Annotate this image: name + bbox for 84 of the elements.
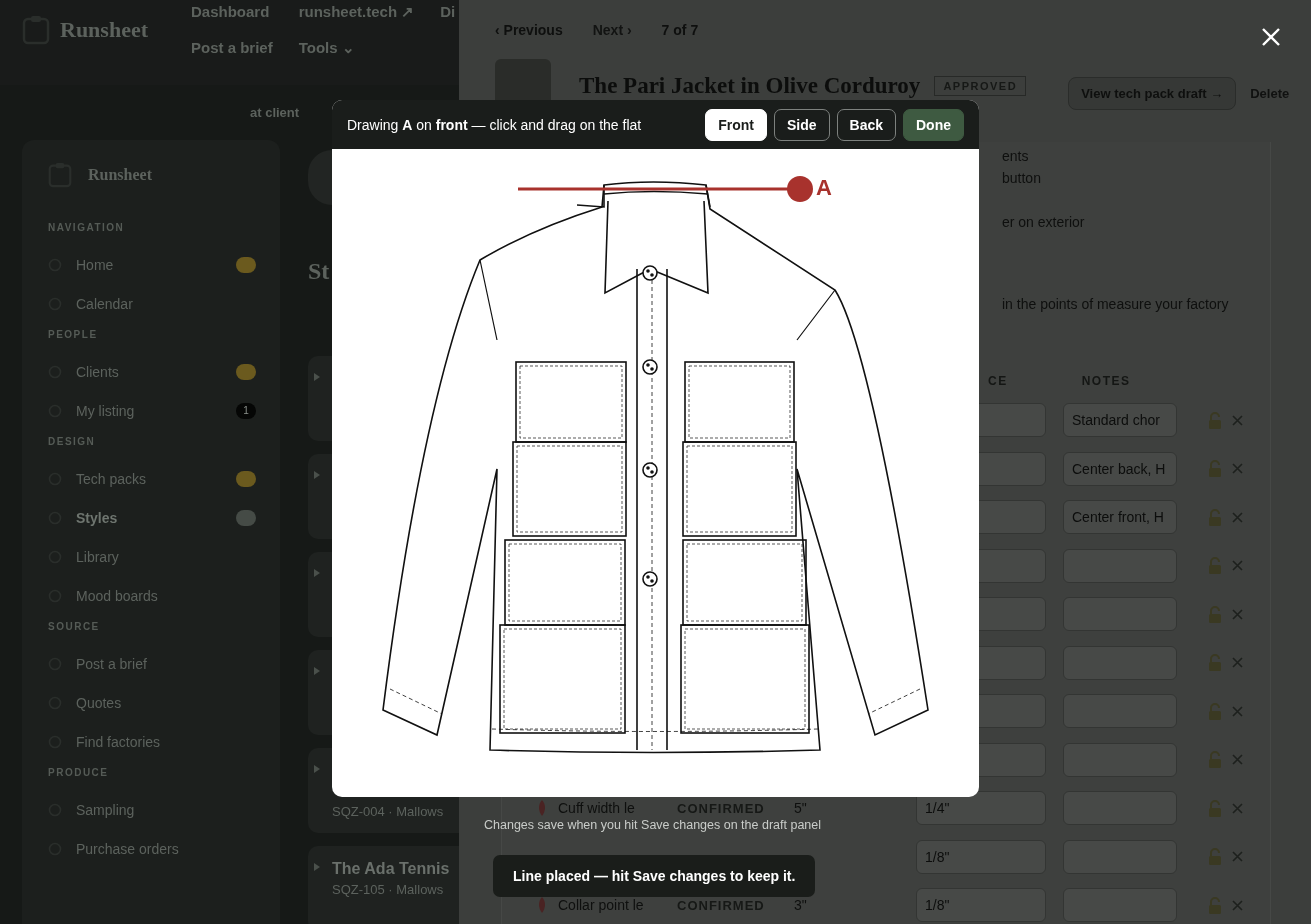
sidebar-item[interactable]: Calendar <box>48 284 256 323</box>
save-hint-text: Changes save when you hit Save changes on the draft panel <box>484 818 822 832</box>
card-meta: SQZ-105 · Mallows <box>332 882 445 897</box>
section-title: DESIGN <box>48 436 97 447</box>
sidebar-item[interactable]: Quotes <box>48 683 256 722</box>
sidebar-item[interactable]: Library <box>48 537 256 576</box>
toast-message: Line placed — hit Save changes to keep it. <box>493 855 816 897</box>
x-icon[interactable] <box>1232 899 1243 911</box>
lock-icon[interactable] <box>1208 654 1222 672</box>
sidebar-item[interactable]: Styles <box>48 498 256 537</box>
section-title: NAVIGATION <box>48 222 126 233</box>
logo-text[interactable]: Runsheet <box>60 17 148 43</box>
caret-icon[interactable] <box>314 667 320 675</box>
page-heading: St <box>308 258 331 285</box>
caret-icon[interactable] <box>314 471 320 479</box>
pin-icon <box>536 799 548 818</box>
section-title: PRODUCE <box>48 767 110 778</box>
x-icon[interactable] <box>1232 802 1243 814</box>
x-icon[interactable] <box>1232 608 1243 620</box>
sidebar-item[interactable]: Tech packs <box>48 459 256 498</box>
card-title: The Ada Tennis <box>332 860 450 878</box>
lock-icon[interactable] <box>1208 751 1222 769</box>
sidebar-item[interactable]: Post a brief <box>48 644 256 683</box>
x-icon[interactable] <box>1232 851 1243 863</box>
view-tab[interactable]: Back <box>836 108 896 141</box>
caret-icon[interactable] <box>314 569 320 577</box>
count-badge: 1 <box>236 402 256 419</box>
style-card[interactable]: The Ada Tennis SQZ-105 · Mallows <box>308 846 459 924</box>
style-card[interactable] <box>308 552 332 637</box>
lock-icon[interactable] <box>1208 411 1222 429</box>
measurement-line[interactable] <box>518 176 813 202</box>
instruction-text: Drawing A on front — click and drag on the flat <box>347 116 642 133</box>
notes-field[interactable]: Center back, H <box>1063 451 1177 486</box>
lock-icon[interactable] <box>1208 557 1222 575</box>
section-title: PEOPLE <box>48 329 99 340</box>
nav-link[interactable]: Post a brief <box>191 39 273 57</box>
lock-icon[interactable] <box>1208 848 1222 866</box>
sidebar-item[interactable]: Home <box>48 245 256 284</box>
nav-link[interactable]: Tools ⌄ <box>298 39 415 57</box>
lock-icon[interactable] <box>1208 508 1222 526</box>
sidebar-item[interactable]: Mood boards <box>48 576 256 615</box>
nav-link[interactable]: Di <box>440 3 456 21</box>
search-field[interactable] <box>308 150 332 205</box>
logo-text[interactable]: Runsheet <box>88 166 152 184</box>
lock-icon[interactable] <box>1208 896 1222 914</box>
notes-field[interactable]: Standard chor <box>1063 403 1177 438</box>
x-icon[interactable] <box>1232 463 1243 475</box>
x-icon[interactable] <box>1232 705 1243 717</box>
tolerance-field[interactable]: 1/8" <box>916 839 1046 874</box>
sidebar-item[interactable]: Purchase orders <box>48 829 256 868</box>
section-title: SOURCE <box>48 621 101 632</box>
tolerance-field[interactable]: 1/4" <box>916 791 1046 826</box>
nav-link[interactable]: runsheet.tech ↗ <box>298 3 415 21</box>
caret-icon[interactable] <box>314 863 320 871</box>
pin-icon <box>536 896 548 915</box>
x-icon[interactable] <box>1232 754 1243 766</box>
sidebar-item[interactable]: Sampling <box>48 790 256 829</box>
nav-link[interactable]: Dashboard <box>191 3 273 21</box>
x-icon[interactable] <box>1232 657 1243 669</box>
lock-icon[interactable] <box>1208 605 1222 623</box>
style-card[interactable] <box>308 454 332 539</box>
view-tab[interactable]: Front <box>705 108 767 141</box>
card-meta: SQZ-004 · Mallows <box>332 804 444 819</box>
style-card[interactable] <box>308 650 332 735</box>
sidebar-item[interactable]: Find factories <box>48 722 256 761</box>
caret-icon[interactable] <box>314 765 320 773</box>
caret-icon[interactable] <box>314 373 320 381</box>
filter-chip[interactable]: at client <box>250 105 300 120</box>
sidebar-item[interactable]: Clients <box>48 352 256 391</box>
x-icon[interactable] <box>1232 511 1243 523</box>
done-button[interactable]: Done <box>903 108 964 141</box>
lock-icon[interactable] <box>1208 799 1222 817</box>
tolerance-field[interactable]: 1/8" <box>916 888 1046 923</box>
x-icon[interactable] <box>1232 414 1243 426</box>
notes-field[interactable]: Center front, H <box>1063 500 1177 535</box>
close-button[interactable] <box>1262 28 1280 46</box>
measurement-label: A <box>816 175 832 200</box>
style-card[interactable] <box>308 356 332 441</box>
lock-icon[interactable] <box>1208 702 1222 720</box>
sidebar-item[interactable]: My listing 1 <box>48 391 256 430</box>
jacket-drawing[interactable] <box>382 181 929 754</box>
lock-icon[interactable] <box>1208 460 1222 478</box>
view-tab[interactable]: Side <box>773 108 830 141</box>
x-icon[interactable] <box>1232 560 1243 572</box>
